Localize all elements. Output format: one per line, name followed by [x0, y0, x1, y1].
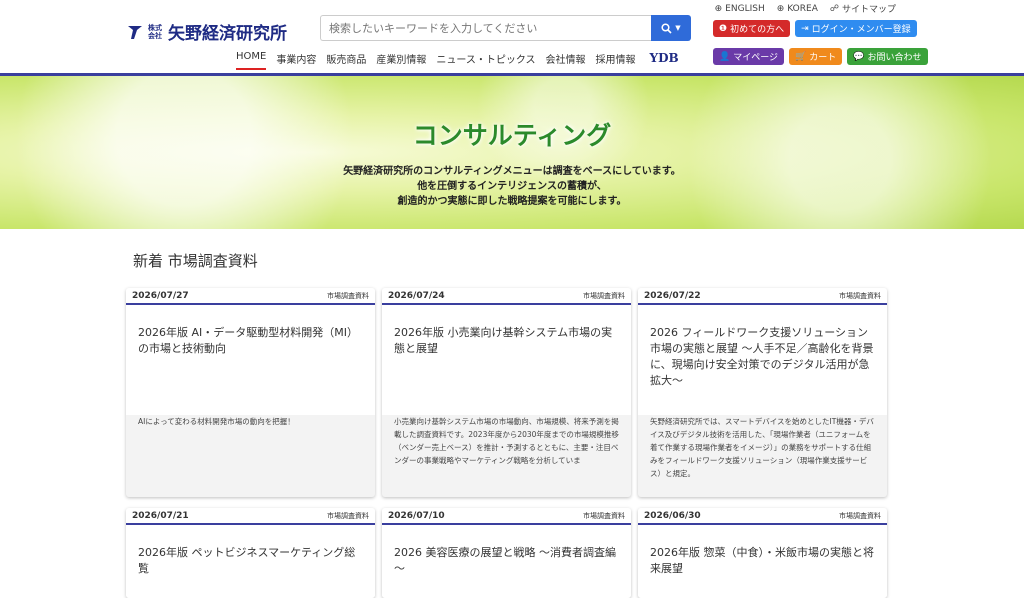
card-title[interactable]: 2026年版 惣菜（中食）・米飯市場の実態と将来展望 [638, 525, 887, 598]
card-header: 2026/07/27 市場調査資料 [126, 288, 375, 305]
login-label: ログイン・メンバー登録 [811, 25, 911, 35]
mypage-label: マイページ [733, 53, 779, 63]
card-date: 2026/06/30 [644, 510, 701, 521]
report-card[interactable]: 2026/06/30 市場調査資料 2026年版 惣菜（中食）・米飯市場の実態と… [638, 508, 887, 598]
hero-description: 矢野経済研究所のコンサルティングメニューは調査をベースにしています。 他を圧倒す… [0, 164, 1024, 209]
card-category: 市場調査資料 [583, 511, 625, 520]
card-header: 2026/07/22 市場調査資料 [638, 288, 887, 305]
hero-line: 矢野経済研究所のコンサルティングメニューは調査をベースにしています。 [343, 166, 681, 177]
card-title[interactable]: 2026 美容医療の展望と戦略 ～消費者調査編～ [382, 525, 631, 598]
card-description: AIによって変わる材料開発市場の動向を把握！ [126, 415, 375, 428]
nav-products[interactable]: 販売商品 [326, 51, 366, 68]
card-category: 市場調査資料 [583, 291, 625, 300]
search-icon [661, 22, 672, 34]
search-input[interactable] [320, 15, 651, 41]
nav-ydb-logo[interactable]: YDB [650, 51, 679, 68]
report-card[interactable]: 2026/07/27 市場調査資料 2026年版 AI・データ駆動型材料開発（M… [126, 288, 375, 497]
search-button[interactable]: ▼ [651, 15, 691, 41]
logo-mark-icon [128, 25, 142, 39]
hero-line: 創造的かつ実態に即した戦略提案を可能にします。 [397, 196, 627, 207]
card-header: 2026/06/30 市場調査資料 [638, 508, 887, 525]
report-card[interactable]: 2026/07/22 市場調査資料 2026 フィールドワーク支援ソリューション… [638, 288, 887, 497]
contact-button[interactable]: 💬 お問い合わせ [847, 48, 928, 65]
report-card[interactable]: 2026/07/24 市場調査資料 2026年版 小売業向け基幹システム市場の実… [382, 288, 631, 497]
link-korea[interactable]: ⊕ KOREA [777, 2, 818, 15]
account-buttons: ❶ 初めての方へ ⇥ ログイン・メンバー登録 [713, 20, 917, 37]
card-header: 2026/07/21 市場調査資料 [126, 508, 375, 525]
cart-button[interactable]: 🛒 カート [789, 48, 843, 65]
login-icon: ⇥ [801, 23, 809, 34]
card-header: 2026/07/24 市場調査資料 [382, 288, 631, 305]
user-buttons: 👤 マイページ 🛒 カート 💬 お問い合わせ [713, 48, 928, 65]
logo-company-name: 矢野経済研究所 [168, 24, 287, 44]
card-date: 2026/07/21 [132, 510, 189, 521]
card-title[interactable]: 2026年版 小売業向け基幹システム市場の実態と展望 [382, 305, 631, 415]
card-date: 2026/07/27 [132, 290, 189, 301]
search-bar: ▼ [320, 15, 691, 41]
card-header: 2026/07/10 市場調査資料 [382, 508, 631, 525]
card-title[interactable]: 2026 フィールドワーク支援ソリューション市場の実態と展望 ～人手不足／高齢化… [638, 305, 887, 415]
first-visit-label: 初めての方へ [730, 25, 785, 35]
globe-icon: ⊕ [714, 3, 723, 14]
login-button[interactable]: ⇥ ログイン・メンバー登録 [795, 20, 917, 37]
card-category: 市場調査資料 [327, 511, 369, 520]
card-category: 市場調査資料 [327, 291, 369, 300]
caret-down-icon: ▼ [675, 24, 681, 32]
user-icon: 👤 [719, 51, 731, 62]
cart-icon: 🛒 [795, 51, 807, 62]
link-english[interactable]: ⊕ ENGLISH [715, 2, 765, 15]
card-category: 市場調査資料 [839, 511, 881, 520]
mypage-button[interactable]: 👤 マイページ [713, 48, 785, 65]
globe-icon: ⊕ [776, 3, 785, 14]
link-korea-label: KOREA [787, 3, 818, 14]
card-date: 2026/07/10 [388, 510, 445, 521]
cart-label: カート [809, 53, 837, 63]
chat-icon: 💬 [853, 51, 865, 62]
hero-title: コンサルティング [412, 121, 612, 150]
card-title[interactable]: 2026年版 ペットビジネスマーケティング総覧 [126, 525, 375, 598]
card-description: 矢野経済研究所では、スマートデバイスを始めとしたIT機器・デバイス及びデジタル技… [638, 415, 887, 480]
company-logo[interactable]: 株式会社 矢野経済研究所 [128, 19, 287, 44]
contact-label: お問い合わせ [867, 53, 922, 63]
nav-news[interactable]: ニュース・トピックス [436, 51, 535, 68]
section-title: 新着 市場調査資料 [133, 252, 258, 270]
nav-recruit[interactable]: 採用情報 [596, 51, 636, 68]
card-title[interactable]: 2026年版 AI・データ駆動型材料開発（MI）の市場と技術動向 [126, 305, 375, 415]
link-sitemap[interactable]: ☍ サイトマップ [829, 2, 896, 16]
nav-industry[interactable]: 産業別情報 [376, 51, 426, 68]
link-english-label: ENGLISH [725, 3, 765, 14]
card-date: 2026/07/22 [644, 290, 701, 301]
first-visit-button[interactable]: ❶ 初めての方へ [713, 20, 791, 37]
card-category: 市場調査資料 [839, 291, 881, 300]
link-sitemap-label: サイトマップ [841, 5, 896, 15]
card-description: 小売業向け基幹システム市場の市場動向、市場規模、将来予測を掲載した調査資料です。… [382, 415, 631, 467]
info-icon: ❶ [719, 23, 728, 34]
hero-banner: コンサルティング 矢野経済研究所のコンサルティングメニューは調査をベースにしてい… [0, 76, 1024, 229]
site-header: 株式会社 矢野経済研究所 ▼ ⊕ENGLISH ⊕KOREA ☍サイトマップ ❶… [0, 0, 1024, 76]
report-card[interactable]: 2026/07/10 市場調査資料 2026 美容医療の展望と戦略 ～消費者調査… [382, 508, 631, 598]
nav-business[interactable]: 事業内容 [276, 51, 316, 68]
sitemap-icon: ☍ [829, 3, 839, 14]
top-links: ⊕ ENGLISH ⊕ KOREA ☍ サイトマップ [715, 2, 896, 16]
nav-home[interactable]: HOME [236, 51, 267, 70]
report-card[interactable]: 2026/07/21 市場調査資料 2026年版 ペットビジネスマーケティング総… [126, 508, 375, 598]
nav-company[interactable]: 会社情報 [546, 51, 586, 68]
card-date: 2026/07/24 [388, 290, 445, 301]
main-nav: HOME 事業内容 販売商品 産業別情報 ニュース・トピックス 会社情報 採用情… [236, 51, 679, 70]
logo-company-type: 株式会社 [148, 23, 162, 40]
hero-line: 他を圧倒するインテリジェンスの蓄積が、 [417, 181, 607, 192]
